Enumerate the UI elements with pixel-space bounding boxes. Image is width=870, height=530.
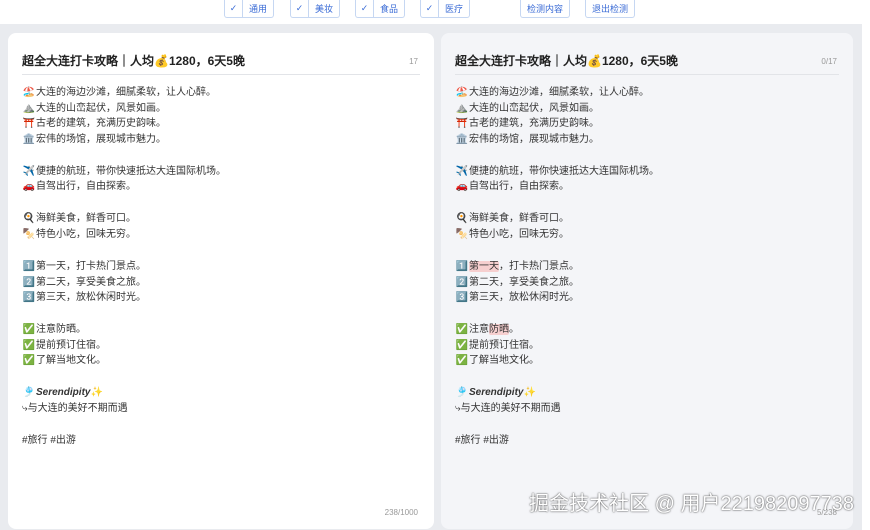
content-line: 🍳海鲜美食，鲜香可口。 (22, 211, 420, 227)
food-pan-icon: 🍳 (22, 213, 36, 225)
check-mark-icon: ✅ (455, 324, 469, 336)
keycap-two-icon: 2️⃣ (22, 276, 36, 288)
title-text: 超全大连打卡攻略｜人均💰1280，6天5晚 (22, 54, 245, 68)
checkbox-food[interactable]: ✓ 食品 (355, 0, 405, 18)
result-line: 2️⃣第二天，享受美食之旅。 (455, 275, 839, 291)
shrine-gate-icon: ⛩️ (455, 118, 469, 130)
keycap-three-icon: 3️⃣ (455, 292, 469, 304)
content-line: 1️⃣第一天，打卡热门景点。 (22, 259, 420, 275)
content-line: ✅注意防晒。 (22, 322, 420, 338)
flagged-word: 防晒 (489, 324, 509, 336)
detection-panel: 超全大连打卡攻略｜人均💰1280，6天5晚 0/17 🏖️大连的海边沙滩，细腻柔… (441, 33, 853, 529)
car-icon: 🚗 (455, 181, 469, 193)
watermark: 掘金技术社区 @ 用户221982097738 (529, 493, 854, 515)
checkbox-beauty[interactable]: ✓ 美妆 (290, 0, 340, 18)
result-line: ✅了解当地文化。 (455, 353, 839, 369)
result-line: 🎐Serendipity✨ (455, 385, 839, 401)
result-line: ⛩️古老的建筑，充满历史韵味。 (455, 116, 839, 132)
checkbox-general-label: 通用 (248, 4, 267, 14)
content-line: 3️⃣第三天，放松休闲时光。 (22, 290, 420, 306)
airplane-icon: ✈️ (22, 165, 36, 177)
exit-detect-button[interactable]: 退出检测 (585, 0, 635, 18)
checkbox-beauty-label: 美妆 (314, 4, 333, 14)
content-line: ⛰️大连的山峦起伏，风景如画。 (22, 101, 420, 117)
airplane-icon: ✈️ (455, 165, 469, 177)
result-content: 🏖️大连的海边沙滩，细腻柔软，让人心醉。 ⛰️大连的山峦起伏，风景如画。 ⛩️古… (455, 75, 839, 448)
food-pan-icon: 🍳 (455, 213, 469, 225)
result-line: 1️⃣第一天，打卡热门景点。 (455, 259, 839, 275)
toolbar: ✓ 通用 ✓ 美妆 ✓ 食品 ✓ 医疗 检测内容 退出检测 (0, 0, 870, 24)
content-line: 2️⃣第二天，享受美食之旅。 (22, 275, 420, 291)
title-count: 17 (409, 57, 418, 66)
result-line: 🍢特色小吃，回味无穷。 (455, 227, 839, 243)
content-textarea[interactable]: 🏖️大连的海边沙滩，细腻柔软，让人心醉。 ⛰️大连的山峦起伏，风景如画。 ⛩️古… (22, 75, 420, 448)
sparkles-icon: ✨ (90, 387, 103, 399)
result-line: 🚗自驾出行，自由探索。 (455, 179, 839, 195)
check-icon: ✓ (291, 0, 309, 17)
result-title: 超全大连打卡攻略｜人均💰1280，6天5晚 0/17 (455, 33, 839, 75)
checkbox-general[interactable]: ✓ 通用 (224, 0, 274, 18)
result-line: ✅注意防晒。 (455, 322, 839, 338)
keycap-one-icon: 1️⃣ (22, 260, 36, 272)
content-line: ⤷与大连的美好不期而遇 (22, 402, 128, 414)
check-mark-icon: ✅ (455, 339, 469, 351)
hashtags: #旅行 #出游 (455, 434, 509, 446)
keycap-one-icon: 1️⃣ (455, 260, 469, 272)
title-field[interactable]: 超全大连打卡攻略｜人均💰1280，6天5晚 17 (22, 33, 420, 75)
mountain-icon: ⛰️ (22, 102, 36, 114)
checkbox-medical[interactable]: ✓ 医疗 (420, 0, 470, 18)
content-line: ✅提前预订住宿。 (22, 338, 420, 354)
skewer-icon: 🍢 (455, 228, 469, 240)
checkbox-medical-label: 医疗 (444, 4, 463, 14)
check-mark-icon: ✅ (22, 324, 36, 336)
check-mark-icon: ✅ (22, 355, 36, 367)
result-line: ⤷与大连的美好不期而遇 (455, 402, 561, 414)
hashtags: #旅行 #出游 (22, 434, 76, 446)
check-icon: ✓ (421, 0, 439, 17)
shrine-gate-icon: ⛩️ (22, 118, 36, 130)
content-line: 🏛️宏伟的场馆，展现城市魅力。 (22, 132, 420, 148)
wind-chime-icon: 🎐 (455, 387, 469, 399)
mountain-icon: ⛰️ (455, 102, 469, 114)
result-line: ⛰️大连的山峦起伏，风景如画。 (455, 101, 839, 117)
content-line: ✈️便捷的航班，带你快速抵达大连国际机场。 (22, 164, 420, 180)
beach-icon: 🏖️ (455, 87, 469, 98)
result-title-text: 超全大连打卡攻略｜人均💰1280，6天5晚 (455, 54, 678, 68)
keycap-three-icon: 3️⃣ (22, 292, 36, 304)
sparkles-icon: ✨ (523, 387, 536, 399)
result-line: ✅提前预订住宿。 (455, 338, 839, 354)
detect-content-button[interactable]: 检测内容 (520, 0, 570, 18)
beach-icon: 🏖️ (22, 87, 36, 98)
content-line: ✅了解当地文化。 (22, 353, 420, 369)
car-icon: 🚗 (22, 181, 36, 193)
content-line: 🎐Serendipity✨ (22, 385, 420, 401)
content-line: 🚗自驾出行，自由探索。 (22, 179, 420, 195)
result-line: 🍳海鲜美食，鲜香可口。 (455, 211, 839, 227)
check-icon: ✓ (356, 0, 374, 17)
check-mark-icon: ✅ (455, 355, 469, 367)
content-line: 🍢特色小吃，回味无穷。 (22, 227, 420, 243)
result-line: 🏖️大连的海边沙滩，细腻柔软，让人心醉。 (455, 85, 839, 101)
editor-panel: 超全大连打卡攻略｜人均💰1280，6天5晚 17 🏖️大连的海边沙滩，细腻柔软，… (8, 33, 434, 529)
checkbox-food-label: 食品 (379, 4, 398, 14)
result-line: 3️⃣第三天，放松休闲时光。 (455, 290, 839, 306)
check-mark-icon: ✅ (22, 339, 36, 351)
classical-building-icon: 🏛️ (455, 133, 469, 145)
result-line: ✈️便捷的航班，带你快速抵达大连国际机场。 (455, 164, 839, 180)
wind-chime-icon: 🎐 (22, 387, 36, 399)
check-icon: ✓ (225, 0, 243, 17)
classical-building-icon: 🏛️ (22, 133, 36, 145)
skewer-icon: 🍢 (22, 228, 36, 240)
content-line: 🏖️大连的海边沙滩，细腻柔软，让人心醉。 (22, 85, 420, 101)
keycap-two-icon: 2️⃣ (455, 276, 469, 288)
content-line: ⛩️古老的建筑，充满历史韵味。 (22, 116, 420, 132)
workspace: 超全大连打卡攻略｜人均💰1280，6天5晚 17 🏖️大连的海边沙滩，细腻柔软，… (0, 24, 862, 530)
result-title-count: 0/17 (821, 57, 837, 66)
char-count: 238/1000 (384, 508, 418, 517)
result-line: 🏛️宏伟的场馆，展现城市魅力。 (455, 132, 839, 148)
flagged-word: 第一天 (469, 260, 499, 272)
